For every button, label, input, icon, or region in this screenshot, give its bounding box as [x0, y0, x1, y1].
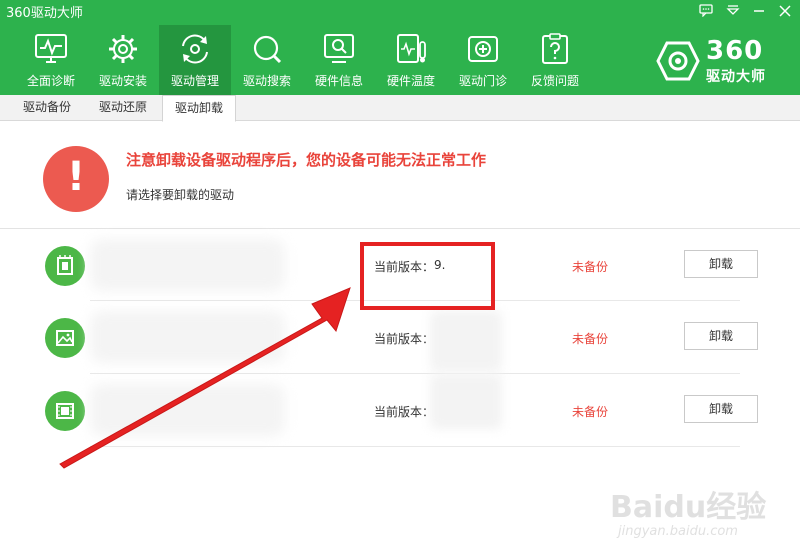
temperature-icon [397, 34, 426, 63]
version-value-redacted [430, 374, 502, 429]
refresh-gear-icon [182, 34, 208, 64]
driver-name-redacted [90, 384, 285, 436]
nav-item-feedback[interactable]: 反馈问题 [519, 25, 591, 95]
tab-driver-restore[interactable]: 驱动还原 [86, 95, 160, 121]
logo-icon [656, 41, 700, 81]
watermark-main: Baidu经验 [610, 490, 767, 525]
warning-symbol: ! [66, 154, 86, 200]
minimize-icon[interactable] [749, 2, 769, 20]
dropdown-icon[interactable] [723, 2, 743, 20]
driver-name-redacted [90, 239, 285, 291]
uninstall-button[interactable]: 卸载 [684, 250, 758, 278]
backup-status: 未备份 [572, 405, 609, 419]
driver-row[interactable]: 当前版本： 未备份 卸载 [0, 374, 800, 447]
watermark-sub: jingyan.baidu.com [618, 524, 738, 539]
nav-item-hardware-info[interactable]: 硬件信息 [303, 25, 375, 95]
sub-tab-bar: 驱动备份 驱动还原 驱动卸载 [0, 95, 800, 122]
app-title: 360驱动大师 [6, 6, 83, 21]
image-icon [45, 318, 85, 358]
driver-name-redacted [90, 311, 285, 363]
nav-label: 驱动搜索 [242, 74, 291, 88]
question-clipboard-icon [542, 33, 568, 64]
warning-subtitle: 请选择要卸载的驱动 [126, 188, 235, 202]
backup-status: 未备份 [572, 260, 609, 274]
uninstall-button[interactable]: 卸载 [684, 395, 758, 423]
nav-item-hardware-temp[interactable]: 硬件温度 [375, 25, 447, 95]
nav-label: 硬件信息 [314, 74, 363, 88]
clinic-icon [468, 36, 498, 62]
close-icon[interactable] [775, 2, 795, 20]
monitor-pulse-icon [35, 34, 67, 63]
logo-text: 驱动大师 [706, 69, 766, 85]
version-value-redacted [430, 311, 502, 371]
nav-item-full-diagnosis[interactable]: 全面诊断 [15, 25, 87, 95]
nav-item-driver-install[interactable]: 驱动安装 [87, 25, 159, 95]
nav-label: 硬件温度 [386, 74, 435, 88]
nav-label: 反馈问题 [530, 74, 579, 88]
chip-icon [45, 246, 85, 286]
nav-label: 驱动管理 [170, 74, 219, 88]
watermark: Baidu经验 jingyan.baidu.com [600, 480, 790, 550]
driver-row[interactable]: 当前版本： 未备份 卸载 [0, 301, 800, 374]
warning-title: 注意卸载设备驱动程序后，您的设备可能无法正常工作 [126, 151, 487, 169]
nav-label: 驱动门诊 [458, 74, 507, 88]
nav-label: 全面诊断 [26, 74, 75, 88]
feedback-icon[interactable] [696, 2, 716, 20]
nav-item-driver-manage[interactable]: 驱动管理 [159, 25, 231, 95]
brand-logo: 360 驱动大师 [656, 36, 786, 86]
row-divider [90, 446, 740, 447]
screen-search-icon [324, 34, 354, 63]
nav-label: 驱动安装 [98, 74, 147, 88]
backup-status: 未备份 [572, 332, 609, 346]
logo-number: 360 [706, 36, 764, 66]
gear-icon [109, 35, 137, 63]
film-icon [45, 391, 85, 431]
search-icon [253, 35, 282, 64]
uninstall-button[interactable]: 卸载 [684, 322, 758, 350]
tab-driver-backup[interactable]: 驱动备份 [10, 95, 84, 121]
top-header: 360驱动大师 全面诊断 驱动安装 驱动管理 驱动搜索 硬件信息 硬件温度 驱动… [0, 0, 800, 95]
version-label: 当前版本： [374, 405, 435, 419]
nav-item-driver-search[interactable]: 驱动搜索 [231, 25, 303, 95]
version-label: 当前版本： [374, 332, 435, 346]
warning-icon: ! [43, 146, 109, 212]
nav-item-driver-clinic[interactable]: 驱动门诊 [447, 25, 519, 95]
tab-driver-uninstall[interactable]: 驱动卸载 [162, 95, 236, 122]
highlight-box [360, 242, 495, 310]
